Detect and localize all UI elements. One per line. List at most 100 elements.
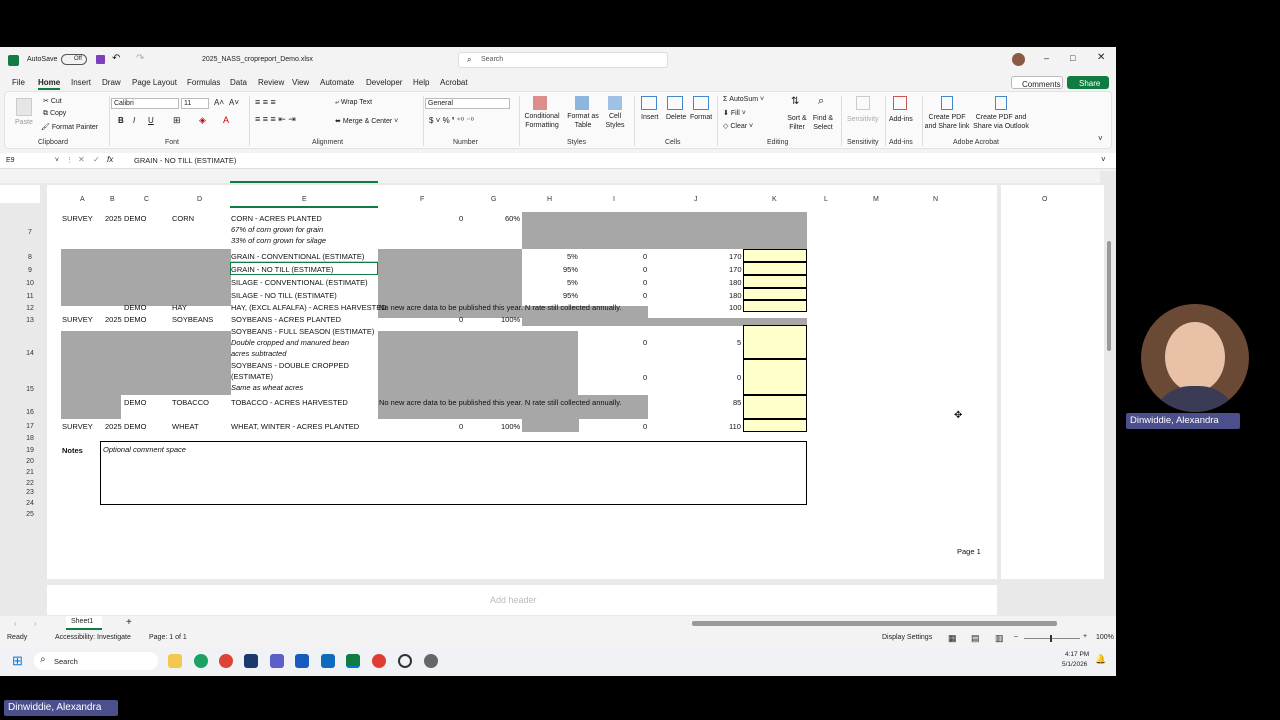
create-pdf-share-link-button[interactable]: Create PDF and Share link [923, 113, 971, 131]
font-size-select[interactable]: 11 [181, 98, 209, 109]
cell-c17[interactable]: DEMO [124, 422, 147, 431]
vertical-scrollbar[interactable] [1106, 181, 1112, 601]
cell-a-corn[interactable]: SURVEY [62, 214, 93, 223]
cell-d13[interactable]: SOYBEANS [172, 315, 213, 324]
tab-draw[interactable]: Draw [102, 78, 121, 87]
input-cell-k12[interactable] [743, 300, 807, 312]
row-header-25[interactable]: 25 [20, 511, 40, 518]
row-header-16[interactable]: 16 [20, 409, 40, 416]
cell-i14[interactable]: 0 [643, 338, 647, 347]
cell-e11[interactable]: SILAGE - NO TILL (ESTIMATE) [231, 291, 337, 300]
cell-j12[interactable]: 100 [729, 303, 742, 312]
column-header-h[interactable]: H [547, 196, 552, 203]
cell-i10[interactable]: 0 [643, 278, 647, 287]
chrome-icon[interactable] [219, 654, 233, 668]
cell-e-corn[interactable]: CORN - ACRES PLANTED [231, 214, 322, 223]
cell-i11[interactable]: 0 [643, 291, 647, 300]
column-header-j[interactable]: J [694, 196, 698, 203]
windows-start-icon[interactable]: ⊞ [12, 653, 23, 669]
cell-f12-note[interactable]: No new acre data to be published this ye… [379, 303, 622, 312]
cell-e17[interactable]: WHEAT, WINTER - ACRES PLANTED [231, 422, 359, 431]
column-header-d[interactable]: D [197, 196, 202, 203]
align-top-icon[interactable]: ≡ ≡ ≡ [255, 97, 276, 107]
excel-taskbar-icon[interactable] [346, 654, 360, 668]
column-header-a[interactable]: A [80, 196, 85, 203]
tab-formulas[interactable]: Formulas [187, 78, 220, 87]
cell-i17[interactable]: 0 [643, 422, 647, 431]
cell-d16[interactable]: TOBACCO [172, 398, 209, 407]
tab-insert[interactable]: Insert [71, 78, 91, 87]
cell-h8[interactable]: 5% [567, 252, 578, 261]
cell-i8[interactable]: 0 [643, 252, 647, 261]
cell-i9[interactable]: 0 [643, 265, 647, 274]
delete-cells-icon[interactable] [667, 96, 683, 110]
input-cell-k16[interactable] [743, 395, 807, 419]
tab-data[interactable]: Data [230, 78, 247, 87]
column-header-e[interactable]: E [302, 196, 307, 203]
zoom-level[interactable]: 100% [1096, 634, 1114, 641]
expand-formula-bar-icon[interactable]: ˅ [1101, 155, 1106, 164]
page-layout-view-icon[interactable]: ▤ [971, 633, 980, 644]
comments-button[interactable]: Comments [1011, 76, 1063, 89]
formula-input[interactable]: GRAIN - NO TILL (ESTIMATE) [134, 156, 236, 165]
cell-e15[interactable]: SOYBEANS - DOUBLE CROPPED [231, 361, 349, 370]
find-select-button[interactable]: Find & Select [809, 114, 837, 132]
cell-f17[interactable]: 0 [459, 422, 463, 431]
normal-view-icon[interactable]: ▦ [948, 633, 957, 644]
add-sheet-icon[interactable]: + [126, 617, 132, 628]
close-icon[interactable]: ✕ [1097, 52, 1105, 63]
enter-icon[interactable]: ✓ [93, 155, 100, 164]
underline-icon[interactable]: U [148, 116, 154, 125]
column-header-b[interactable]: B [110, 196, 115, 203]
sheet-tab-sheet1[interactable]: Sheet1 [66, 616, 102, 630]
cell-e10[interactable]: SILAGE - CONVENTIONAL (ESTIMATE) [231, 278, 368, 287]
cell-d17[interactable]: WHEAT [172, 422, 199, 431]
number-format-icons[interactable]: $ ˅ % ❜ ⁺⁰ ⁻⁰ [429, 116, 474, 125]
add-ins-button[interactable]: Add-ins [889, 116, 913, 123]
name-box[interactable]: E9 ˅ [4, 155, 62, 167]
row-header-23[interactable]: 23 [20, 489, 40, 496]
grow-font-icon[interactable]: A˄ [214, 98, 224, 107]
cell-b-corn[interactable]: 2025 [105, 214, 122, 223]
column-header-i[interactable]: I [613, 196, 615, 203]
row-header-13[interactable]: 13 [20, 317, 40, 324]
notes-box[interactable]: Optional comment space [100, 441, 807, 505]
cell-f13[interactable]: 0 [459, 315, 463, 324]
autosum-button[interactable]: Σ AutoSum ˅ [723, 96, 764, 103]
column-header-c[interactable]: C [144, 196, 149, 203]
teams-icon[interactable] [270, 654, 284, 668]
tab-acrobat[interactable]: Acrobat [440, 78, 468, 87]
clock-time[interactable]: 4:17 PM [1065, 651, 1089, 658]
create-pdf-outlook-icon[interactable] [995, 96, 1007, 110]
cell-e13[interactable]: SOYBEANS - ACRES PLANTED [231, 315, 341, 324]
cell-d-corn[interactable]: CORN [172, 214, 194, 223]
cell-j11[interactable]: 180 [729, 291, 742, 300]
cell-f16-note[interactable]: No new acre data to be published this ye… [379, 398, 622, 407]
row-header-8[interactable]: 8 [20, 254, 40, 261]
cell-j10[interactable]: 180 [729, 278, 742, 287]
italic-icon[interactable]: I [133, 116, 135, 125]
create-pdf-outlook-button[interactable]: Create PDF and Share via Outlook [971, 113, 1031, 131]
cell-e16[interactable]: TOBACCO - ACRES HARVESTED [231, 398, 348, 407]
row-header-7[interactable]: 7 [20, 229, 40, 236]
format-as-table-icon[interactable] [575, 96, 589, 110]
input-cell-k17[interactable] [743, 419, 807, 432]
cancel-icon[interactable]: ✕ [78, 155, 85, 164]
minimize-icon[interactable]: – [1044, 53, 1049, 63]
outlook-icon[interactable] [321, 654, 335, 668]
input-cell-k10[interactable] [743, 275, 807, 288]
cell-e12[interactable]: HAY, (EXCL ALFALFA) - ACRES HARVESTED [231, 303, 387, 312]
cell-a13[interactable]: SURVEY [62, 315, 93, 324]
tab-developer[interactable]: Developer [366, 78, 402, 87]
sort-filter-icon[interactable]: ⇅ [791, 96, 799, 107]
sort-filter-button[interactable]: Sort & Filter [783, 114, 811, 132]
copy-button[interactable]: ⧉ Copy [43, 110, 66, 118]
app-icon[interactable] [398, 654, 412, 668]
formula-bar-menu-icon[interactable]: ⋮ [66, 156, 73, 164]
cell-c-corn[interactable]: DEMO [124, 214, 147, 223]
cell-e8[interactable]: GRAIN - CONVENTIONAL (ESTIMATE) [231, 252, 364, 261]
prev-sheet-icon[interactable]: ‹ [14, 619, 17, 628]
collapse-ribbon-icon[interactable]: ˅ [1098, 134, 1103, 143]
row-header-12[interactable]: 12 [20, 305, 40, 312]
undo-icon[interactable]: ↶ [112, 53, 120, 64]
